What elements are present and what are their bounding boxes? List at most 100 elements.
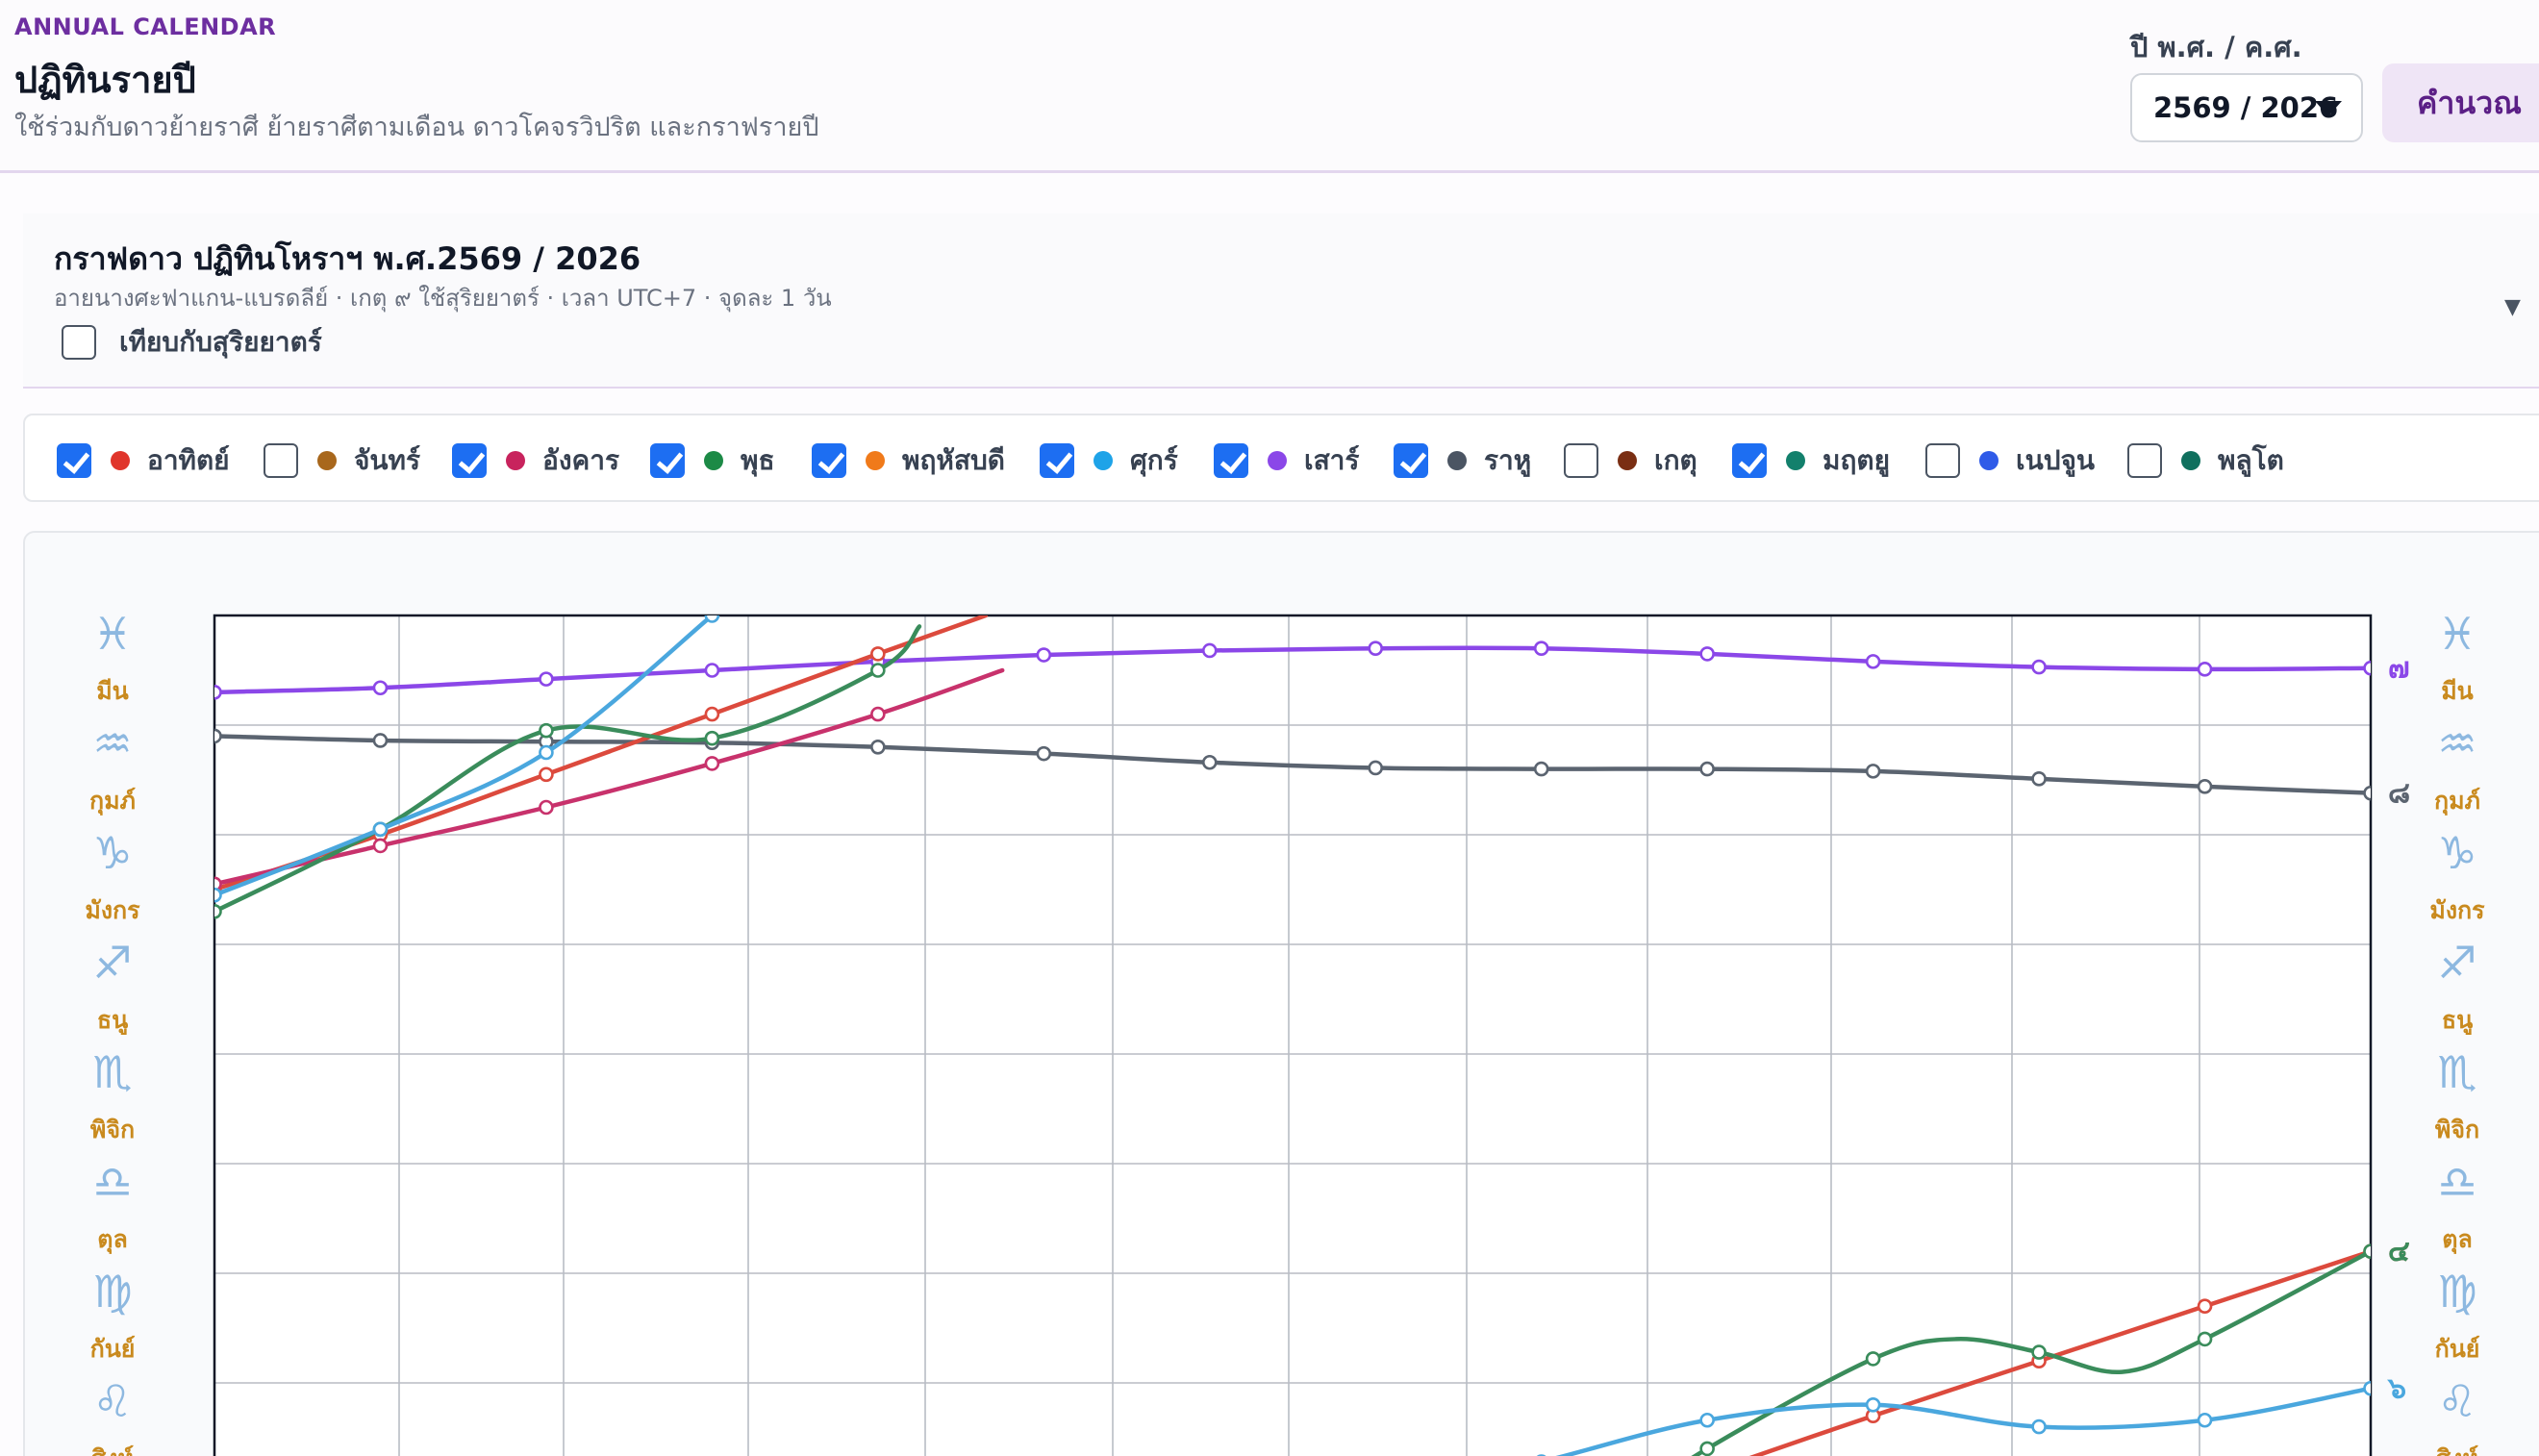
compare-toggle[interactable]: เทียบกับสุริยยาตร์ [62,321,322,364]
legend-checkbox[interactable] [2127,443,2162,478]
series-point [1036,647,1052,663]
legend-checkbox[interactable] [264,443,298,478]
series-point [2363,660,2371,676]
legend-item-3[interactable]: พุธ [650,442,775,479]
color-dot-icon [2181,451,2200,470]
series-point [539,722,554,739]
legend-label: จันทร์ [354,444,421,476]
series-point [1865,764,1881,779]
series-point [1865,1396,1881,1413]
chevron-down-icon [2315,101,2342,116]
legend-item-5[interactable]: ศุกร์ [1040,442,1178,479]
color-dot-icon [1979,451,1999,470]
year-select-value: 2569 / 2026 [2153,91,2339,124]
legend-item-4[interactable]: พฤหัสบดี [812,442,1005,479]
zodiac-label: พิจิก [90,1116,135,1143]
series-point [1865,1351,1881,1367]
legend-checkbox[interactable] [1394,443,1428,478]
zodiac-label: มังกร [85,896,140,924]
chevron-down-icon[interactable]: ▼ [2504,295,2521,319]
legend-item-2[interactable]: อังคาร [452,442,619,479]
legend-checkbox[interactable] [452,443,487,478]
series-point [372,838,389,854]
series-point [1368,760,1384,776]
series-point [539,766,554,783]
series-point [2363,1243,2371,1259]
series-point [1533,640,1549,656]
planet-legend: อาทิตย์ จันทร์ อังคาร พุธ พฤหัสบดี ศุกร์ เสาร์… [23,414,2539,502]
sagittarius-icon: ♐ [2437,937,2476,989]
aquarius-icon: ♒ [2437,717,2476,769]
legend-label: ราหู [1484,444,1532,476]
zodiac-label: กันย์ [90,1335,136,1363]
series-point [1699,646,1715,662]
legend-checkbox[interactable] [1925,443,1960,478]
legend-checkbox[interactable] [57,443,91,478]
color-dot-icon [1268,451,1287,470]
series-end-label: ๔ [2388,1235,2410,1268]
series-point [1036,745,1052,762]
zodiac-label: ธนู [2442,1006,2473,1036]
zodiac-label: ตุล [2442,1225,2473,1255]
series-point [1699,1441,1715,1456]
legend-checkbox[interactable] [650,443,685,478]
graph-subtitle: อายนางศะฟาแกน-แบรดลีย์ · เกตุ ๙ ใช้สุริย… [54,285,832,312]
calculate-button[interactable]: คำนวณ [2382,63,2539,142]
legend-item-11[interactable]: พลูโต [2127,442,2284,479]
sagittarius-icon: ♐ [92,937,132,989]
pisces-icon: ♓ [92,608,132,660]
zodiac-label: กุมภ์ [2434,787,2480,816]
legend-item-0[interactable]: อาทิตย์ [57,442,230,479]
color-dot-icon [1786,451,1805,470]
pisces-icon: ♓ [2437,608,2476,660]
legend-checkbox[interactable] [1040,443,1074,478]
legend-label: พลูโต [2218,444,2284,476]
series-point [704,615,720,623]
legend-label: มฤตยู [1823,444,1890,476]
chart-card: ๗๘๔๓๔๖♓มีน♓มีน♒กุมภ์♒กุมภ์♑มังกร♑มังกร♐ธ… [23,531,2539,1456]
series-point [2031,659,2047,675]
series-point [372,680,389,696]
capricorn-icon: ♑ [2437,827,2476,879]
graph-title: กราฟดาว ปฏิทินโหราฯ พ.ศ.2569 / 2026 [54,240,641,277]
zodiac-label: กุมภ์ [89,787,136,816]
series-point [2363,785,2371,801]
color-dot-icon [1094,451,1113,470]
series-point [1201,642,1218,659]
series-point [870,663,886,678]
compare-checkbox[interactable] [62,325,96,360]
legend-checkbox[interactable] [1732,443,1767,478]
zodiac-label: ธนู [97,1006,128,1036]
legend-item-9[interactable]: มฤตยู [1732,442,1890,479]
leo-icon: ♌ [2437,1375,2476,1427]
legend-label: พฤหัสบดี [902,444,1005,476]
series-point [214,904,222,919]
legend-label: เกตุ [1654,444,1697,476]
year-select[interactable]: 2569 / 2026 [2130,73,2363,142]
legend-label: เนปจูน [2016,444,2096,476]
legend-item-7[interactable]: ราหู [1394,442,1531,479]
series-point [2363,1380,2371,1396]
zodiac-label: สิงห์ [91,1444,134,1456]
legend-item-8[interactable]: เกตุ [1564,442,1697,479]
legend-item-1[interactable]: จันทร์ [264,442,420,479]
scorpio-icon: ♏ [92,1046,132,1098]
capricorn-icon: ♑ [92,827,132,879]
series-point [1201,754,1218,770]
zodiac-label: ตุล [97,1225,128,1255]
series-point [214,685,222,700]
series-point [1368,640,1384,656]
legend-checkbox[interactable] [1564,443,1598,478]
legend-item-6[interactable]: เสาร์ [1214,442,1359,479]
color-dot-icon [1618,451,1637,470]
legend-checkbox[interactable] [812,443,846,478]
legend-checkbox[interactable] [1214,443,1248,478]
libra-icon: ♎ [92,1156,132,1208]
series-point [2197,662,2213,677]
series-point [2197,779,2213,794]
legend-item-10[interactable]: เนปจูน [1925,442,2095,479]
color-dot-icon [317,451,337,470]
page-header: ANNUAL CALENDAR ปฏิทินรายปี ใช้ร่วมกับดา… [0,0,2539,173]
scorpio-icon: ♏ [2437,1046,2476,1098]
series-point [214,728,222,744]
